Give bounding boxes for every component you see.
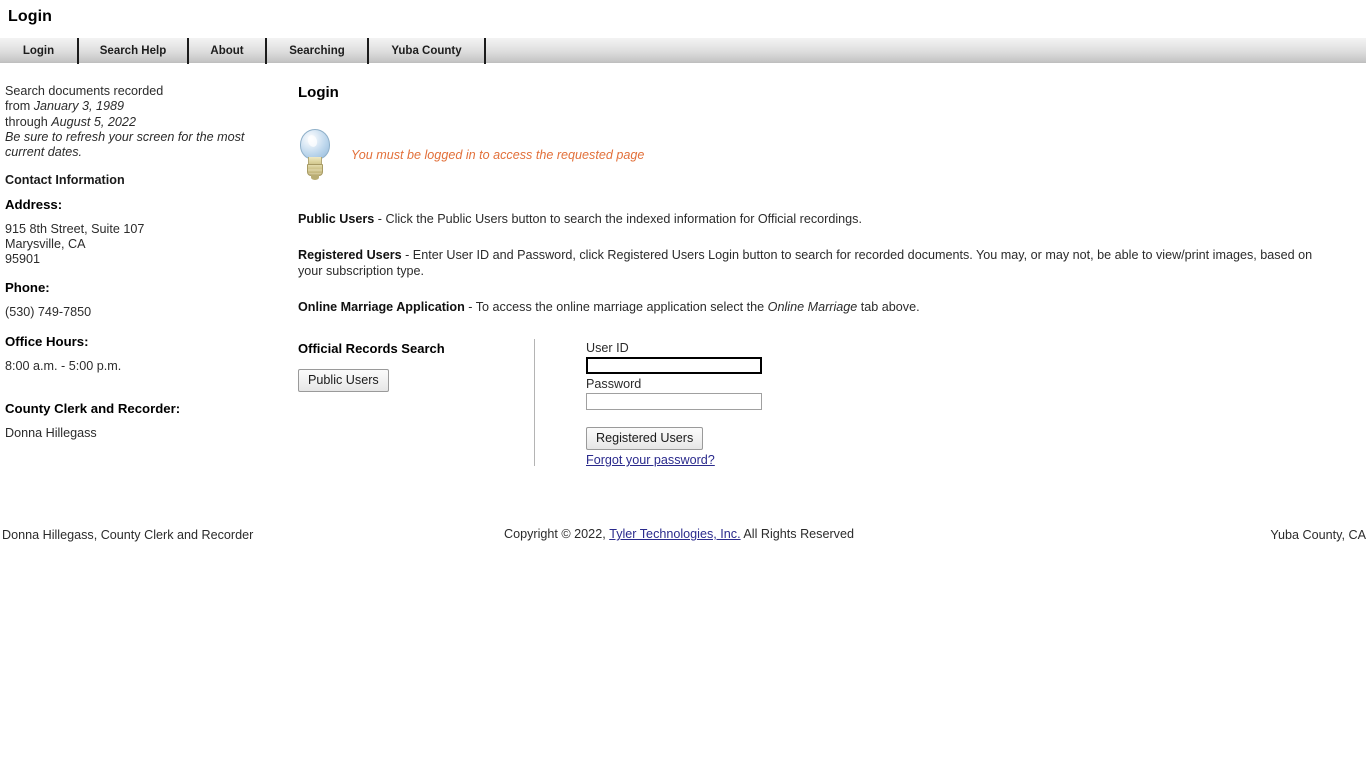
tab-about[interactable]: About (189, 38, 267, 64)
footer-copyright: Copyright © 2022, Tyler Technologies, In… (504, 527, 854, 541)
sidebar-date-range: Search documents recorded from January 3… (5, 84, 273, 160)
notice-message: You must be logged in to access the requ… (351, 148, 645, 162)
paragraph-registered-users-label: Registered Users (298, 247, 402, 262)
paragraph-registered-users-text: - Enter User ID and Password, click Regi… (298, 247, 1313, 279)
forgot-password-link[interactable]: Forgot your password? (586, 453, 715, 467)
registered-users-button[interactable]: Registered Users (586, 427, 704, 450)
official-records-search-heading: Official Records Search (298, 341, 445, 356)
tab-label: Searching (289, 45, 345, 57)
sidebar-address-value: 915 8th Street, Suite 107 Marysville, CA… (5, 222, 145, 266)
user-id-input[interactable] (586, 357, 762, 374)
sidebar-intro-line1: Search documents recorded (5, 84, 164, 98)
paragraph-public-users: Public Users - Click the Public Users bu… (298, 211, 1333, 228)
sidebar-office-hours-heading: Office Hours: (5, 333, 89, 349)
tab-bar: Login Search Help About Searching Yuba C… (0, 37, 1366, 64)
login-form-row: Official Records Search Public Users Use… (298, 339, 1358, 481)
submit-area: Registered Users Forgot your password? (586, 427, 846, 467)
sidebar-clerk-heading: County Clerk and Recorder: (5, 401, 181, 417)
tab-list: Login Search Help About Searching Yuba C… (0, 38, 1366, 64)
paragraph-registered-users: Registered Users - Enter User ID and Pas… (298, 247, 1333, 280)
public-users-button[interactable]: Public Users (298, 369, 389, 392)
public-search-section: Official Records Search Public Users (298, 341, 518, 392)
footer-clerk-text: Donna Hillegass, County Clerk and Record… (2, 528, 254, 542)
paragraph-online-marriage-label: Online Marriage Application (298, 299, 465, 314)
tab-yuba-county[interactable]: Yuba County (369, 38, 486, 64)
main-content: Login You must be logged in to access th… (298, 84, 1358, 481)
footer-copyright-suffix: All Rights Reserved (740, 527, 854, 541)
lightbulb-icon (298, 129, 332, 181)
paragraph-public-users-text: - Click the Public Users button to searc… (374, 212, 862, 226)
password-label: Password (586, 377, 642, 391)
paragraph-online-marriage-tabname: Online Marriage (767, 299, 858, 314)
sidebar-phone-heading: Phone: (5, 280, 50, 296)
password-input[interactable] (586, 393, 762, 410)
tab-label: Yuba County (391, 45, 462, 57)
sidebar-intro-refresh-note: Be sure to refresh your screen for the m… (5, 129, 245, 160)
sidebar-contact-heading: Contact Information (5, 173, 125, 188)
paragraph-online-marriage: Online Marriage Application - To access … (298, 299, 1333, 316)
paragraph-public-users-label: Public Users (298, 212, 375, 226)
tyler-technologies-link[interactable]: Tyler Technologies, Inc. (609, 527, 740, 541)
tab-login[interactable]: Login (0, 38, 79, 64)
tab-label: Search Help (99, 45, 167, 57)
paragraph-online-marriage-text-after: tab above. (857, 299, 920, 314)
sidebar-intro-through-date: August 5, 2022 (51, 114, 136, 129)
sidebar-clerk-name: Donna Hillegass (5, 426, 97, 441)
page-title: Login (8, 8, 53, 25)
footer-county-text: Yuba County, CA (1270, 528, 1366, 542)
sidebar-intro-through-prefix: through (5, 114, 52, 129)
sidebar-intro-from-date: January 3, 1989 (33, 99, 125, 114)
tab-label: About (210, 45, 244, 57)
sidebar-intro-from-prefix: from (5, 99, 34, 114)
tab-searching[interactable]: Searching (267, 38, 369, 64)
footer: Donna Hillegass, County Clerk and Record… (0, 527, 1366, 546)
sidebar-office-hours-value: 8:00 a.m. - 5:00 p.m. (5, 358, 122, 373)
form-divider (534, 339, 535, 466)
content-heading: Login (298, 84, 339, 101)
sidebar-address-heading: Address: (5, 197, 63, 213)
registered-login-section: User ID Password Registered Users Forgot… (586, 341, 846, 467)
footer-copyright-prefix: Copyright © 2022, (504, 527, 610, 541)
sidebar-phone-value: (530) 749-7850 (5, 305, 92, 320)
login-required-notice: You must be logged in to access the requ… (298, 129, 1358, 181)
user-id-label: User ID (586, 341, 629, 355)
paragraph-online-marriage-text-before: - To access the online marriage applicat… (464, 299, 768, 314)
tab-search-help[interactable]: Search Help (79, 38, 189, 64)
sidebar: Search documents recorded from January 3… (5, 84, 273, 455)
tab-label: Login (22, 45, 55, 57)
